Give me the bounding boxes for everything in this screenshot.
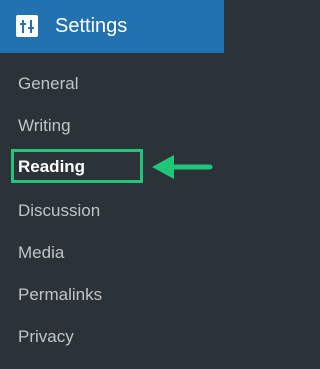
menu-item-general[interactable]: General [18, 73, 78, 95]
menu-item-permalinks[interactable]: Permalinks [18, 284, 102, 306]
menu-item-privacy[interactable]: Privacy [18, 326, 74, 348]
menu-item-media[interactable]: Media [18, 242, 64, 264]
arrow-left-icon [150, 152, 214, 187]
settings-sliders-icon [16, 15, 38, 37]
menu-item-writing[interactable]: Writing [18, 115, 71, 137]
settings-header[interactable]: Settings [0, 0, 224, 53]
menu-item-discussion[interactable]: Discussion [18, 200, 100, 222]
settings-title: Settings [55, 15, 128, 37]
highlight-box [11, 149, 143, 183]
